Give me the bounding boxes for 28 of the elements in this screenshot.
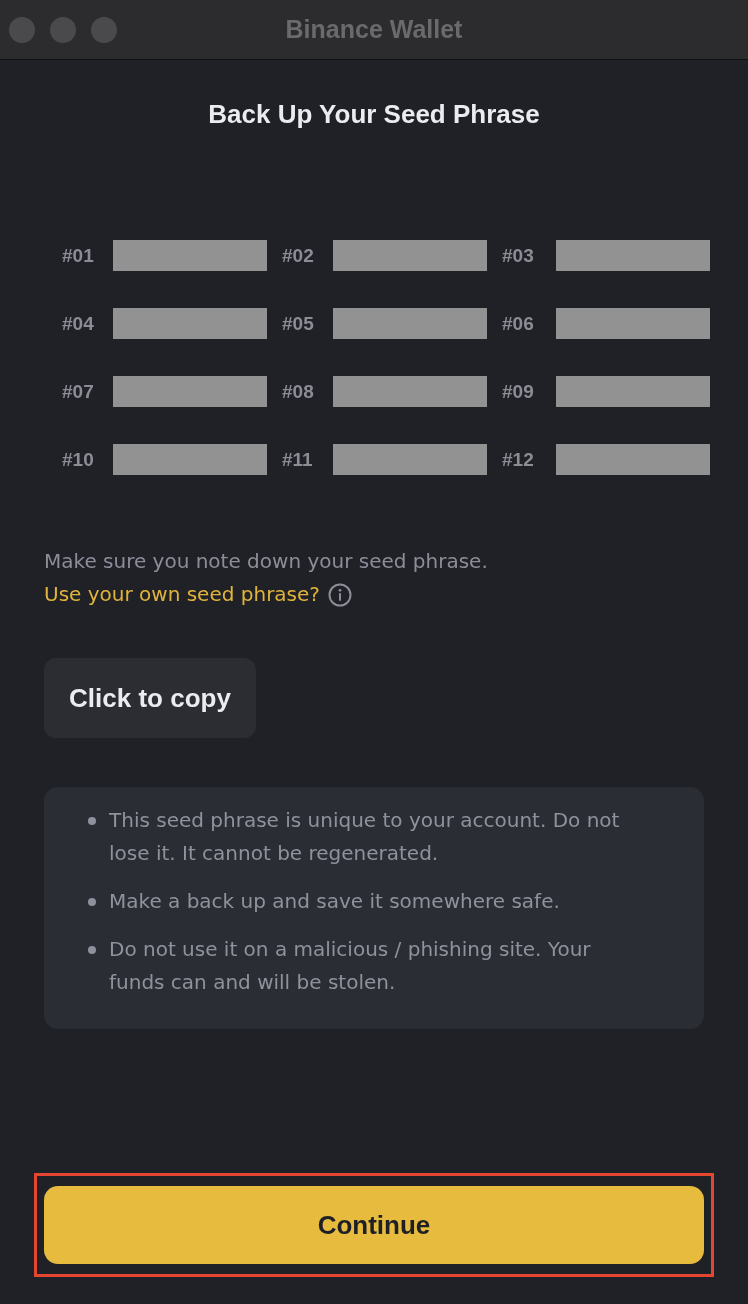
bullet-icon: [88, 946, 96, 954]
bullet-icon: [88, 898, 96, 906]
info-icon[interactable]: [327, 582, 352, 607]
warning-text: Do not use it on a malicious / phishing site. Your funds can and will be stolen.: [109, 936, 592, 996]
word-number: #08: [282, 380, 315, 403]
word-number: #10: [62, 448, 95, 471]
continue-button[interactable]: Continue: [44, 1186, 704, 1264]
word-number: #04: [62, 312, 95, 335]
window-control-button[interactable]: [9, 17, 35, 43]
word-number: #02: [282, 244, 315, 267]
window-control-button[interactable]: [91, 17, 117, 43]
window-control-button[interactable]: [50, 17, 76, 43]
word-number: #11: [282, 448, 314, 471]
window-title: Binance Wallet: [285, 15, 463, 44]
copy-button[interactable]: Click to copy: [44, 658, 256, 738]
word-number: #07: [62, 380, 95, 403]
word-number: #06: [502, 312, 535, 335]
warning-text: Make a back up and save it somewhere safe.: [109, 888, 560, 915]
note-text: Make sure you note down your seed phrase.: [44, 548, 489, 575]
word-number: #01: [62, 244, 95, 267]
page-heading: Back Up Your Seed Phrase: [207, 98, 541, 131]
own-seed-phrase-link[interactable]: Use your own seed phrase?: [44, 578, 320, 611]
word-number: #12: [502, 448, 535, 471]
word-number: #03: [502, 244, 535, 267]
word-number: #05: [282, 312, 315, 335]
warning-text: This seed phrase is unique to your account. Do not lose it. It cannot be regenerated.: [109, 807, 621, 867]
bullet-icon: [88, 817, 96, 825]
word-number: #09: [502, 380, 535, 403]
